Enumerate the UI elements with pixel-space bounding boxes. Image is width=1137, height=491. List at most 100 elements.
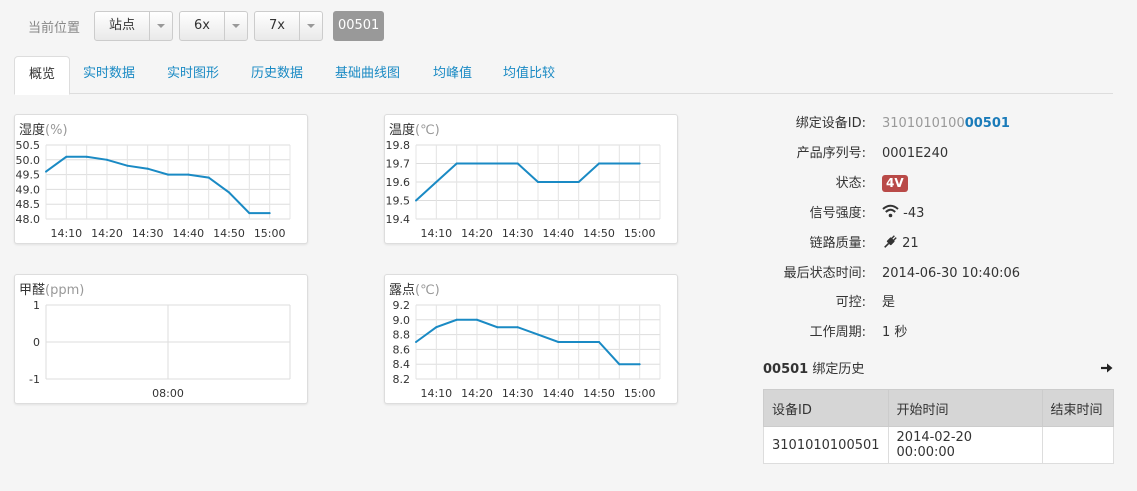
data-point [557,341,560,343]
chart-unit: (%) [45,123,68,138]
data-point [207,176,210,179]
device-id-label: 绑定设备ID: [795,116,866,131]
tab-overview[interactable]: 概览 [14,56,71,95]
info-link-value-wrap: 21 [882,234,1082,254]
chevron-down-icon[interactable] [298,12,322,40]
link-label: 链路质量: [809,236,866,251]
tab-realtime-graph[interactable]: 实时图形 [153,56,233,92]
dewpoint-chart: 露点(℃) 9.2 9.0 8.8 8.6 8.4 8.2 14:10 14:20 14:30 14… [384,274,678,404]
info-serial-value-wrap: 0001E240 [882,144,1082,164]
data-point [106,158,108,161]
col-end-time: 结束时间 [1041,389,1115,427]
x-tick-label: 14:50 [583,227,615,240]
data-point [435,326,438,329]
building-select[interactable]: 6x [179,11,248,41]
cell-start-time: 2014-02-20 00:00:00 [887,426,1043,464]
data-point [435,181,438,183]
y-tick-label: 19.7 [386,158,411,171]
data-point [146,167,149,170]
tab-basic-curve[interactable]: 基础曲线图 [321,56,414,92]
humidity-chart-svg: 湿度(%)50.5 50.0 49.549.0 48.5 48.0 14:10 14:20 1… [16,122,291,240]
tab-realtime-data[interactable]: 实时数据 [69,56,149,92]
x-tick-label: 08:00 [152,387,184,400]
x-tick-label: 14:40 [542,387,574,400]
device-id-suffix: 00501 [964,116,1010,131]
formaldehyde-chart-svg: 甲醛(ppm)1 0 -1 08:00 [19,282,291,400]
last-time-value: 2014-06-30 10:40:06 [882,266,1021,281]
x-tick-label: 15:00 [624,227,656,240]
data-point [268,212,271,215]
info-last-time-value-wrap: 2014-06-30 10:40:06 [882,264,1082,284]
current-device-badge: 00501 [332,11,385,41]
data-point [577,181,580,183]
data-point [496,326,499,329]
y-tick-label: 19.4 [386,213,411,226]
signal-value: -43 [903,206,925,221]
breadcrumb: 当前位置 站点 6x 7x 00501 [28,11,385,41]
x-tick-label: 14:50 [583,387,615,400]
serial-label: 产品序列号: [796,146,866,161]
tab-average-peak[interactable]: 均峰值 [419,56,486,92]
station-select-value: 站点 [109,18,136,33]
chevron-down-icon[interactable] [149,12,172,40]
device-id-prefix: 3101010100 [882,116,965,131]
data-point [598,162,600,165]
status-label: 状态: [835,176,866,191]
info-control-row: 可控: [700,293,866,313]
data-point [187,173,190,176]
chart-title: 温度(℃) [389,122,440,138]
cell-end-time [1041,426,1115,464]
control-label: 可控: [835,295,866,310]
chart-unit: (ppm) [45,283,84,298]
y-tick-label: 50.5 [16,139,41,152]
data-point [516,326,519,329]
station-select[interactable]: 站点 [94,11,174,41]
chevron-down-icon[interactable] [224,12,247,40]
chart-title: 露点(℃) [389,283,440,298]
y-tick-label: 8.4 [393,358,411,371]
info-status-value-wrap: 4V [882,174,1082,194]
data-point [65,155,68,158]
data-point [45,170,47,173]
data-point [577,341,580,343]
data-point [618,363,621,366]
data-point [455,162,458,165]
link-value: 21 [902,236,919,251]
info-link-row: 链路质量: [700,234,866,254]
table-header-row: 设备ID 开始时间 结束时间 [763,389,1115,427]
info-serial-row: 产品序列号: [700,144,866,164]
data-point [476,318,478,321]
data-point [537,181,539,183]
temperature-chart: 温度(℃) 19.8 19.7 19.6 19.5 19.4 14:10 14:20 14:30… [384,114,678,244]
y-tick-label: 8.8 [393,329,411,342]
x-tick-label: 14:20 [461,387,493,400]
dewpoint-chart-svg: 露点(℃)9.2 9.0 8.88.6 8.4 8.2 14:10 14:20 14:30 14… [389,283,661,400]
info-cycle-row: 工作周期: [700,323,866,343]
y-tick-label: 49.5 [16,169,41,182]
x-tick-label: 14:10 [420,387,452,400]
y-tick-label: 1 [33,299,40,312]
data-point [618,162,621,165]
info-device-id-row: 绑定设备ID: [700,114,866,134]
series-line [415,318,640,366]
x-tick-label: 14:30 [502,387,534,400]
info-status-row: 状态: [700,174,866,194]
y-tick-label: -1 [29,373,40,386]
arrow-right-icon[interactable] [1100,361,1114,375]
info-cycle-value-wrap: 1 秒 [882,323,1082,343]
data-point [415,199,417,202]
x-tick-label: 14:40 [542,227,574,240]
breadcrumb-label: 当前位置 [28,20,81,36]
y-tick-label: 0 [33,336,40,349]
status-badge: 4V [882,175,908,192]
tab-average-compare[interactable]: 均值比较 [489,56,569,92]
plug-icon [884,235,897,248]
y-tick-label: 48.0 [16,213,41,226]
y-tick-label: 9.2 [393,299,411,312]
x-tick-label: 14:20 [91,227,123,240]
tab-history-data[interactable]: 历史数据 [237,56,317,92]
data-point [455,318,458,321]
serial-value: 0001E240 [882,146,949,161]
floor-select[interactable]: 7x [254,11,323,41]
x-tick-label: 14:40 [172,227,204,240]
